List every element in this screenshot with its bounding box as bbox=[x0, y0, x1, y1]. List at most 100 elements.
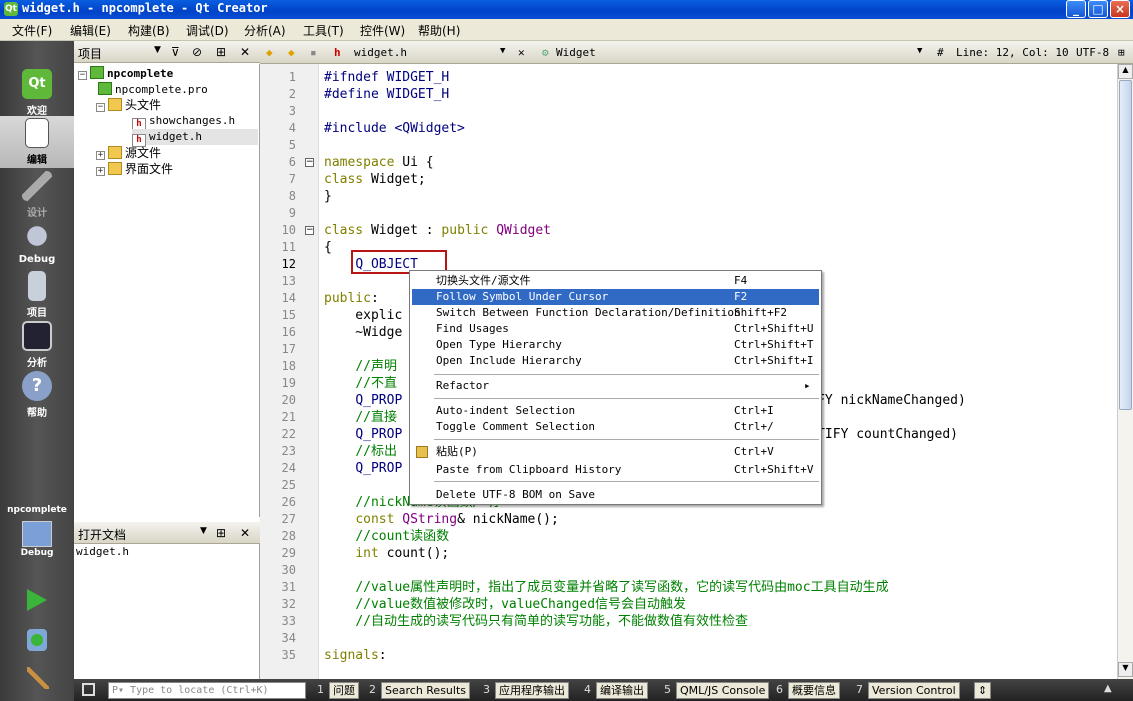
encoding-label[interactable]: UTF-8 bbox=[1076, 46, 1109, 59]
menu-help[interactable]: 帮助(H) bbox=[418, 22, 460, 39]
menu-analyze[interactable]: 分析(A) bbox=[244, 22, 286, 39]
mode-welcome[interactable]: Qt 欢迎 bbox=[0, 67, 74, 119]
toggle-output-icon[interactable]: ▲ bbox=[1104, 683, 1112, 694]
code-line[interactable]: //直接 bbox=[324, 409, 397, 426]
scroll-thumb[interactable] bbox=[1119, 80, 1132, 410]
debug-run-icon[interactable] bbox=[27, 629, 47, 651]
close-panel-icon[interactable]: ✕ bbox=[240, 45, 250, 59]
toggle-sidebar-icon[interactable] bbox=[82, 683, 95, 696]
expand-icon[interactable]: + bbox=[96, 151, 105, 160]
tree-item-project[interactable]: − npcomplete bbox=[78, 66, 173, 82]
locate-input[interactable]: P▾ Type to locate (Ctrl+K) bbox=[108, 682, 306, 699]
code-line[interactable]: //不直 bbox=[324, 375, 397, 392]
title-bar[interactable]: Qt widget.h - npcomplete - Qt Creator _ … bbox=[0, 0, 1133, 19]
code-line[interactable]: #define WIDGET_H bbox=[324, 86, 449, 103]
filter-icon[interactable]: ⊽ bbox=[171, 45, 180, 59]
close-panel-icon[interactable]: ✕ bbox=[240, 526, 250, 540]
split-icon[interactable]: ⊞ bbox=[216, 45, 226, 59]
sync-link-icon[interactable]: ⊘ bbox=[192, 45, 202, 59]
tree-item-showchanges[interactable]: h showchanges.h bbox=[132, 113, 235, 131]
context-menu-item[interactable]: Refactor ▸ bbox=[412, 378, 819, 394]
fold-toggle-icon[interactable]: − bbox=[305, 158, 314, 167]
code-line[interactable]: #include <QWidget> bbox=[324, 120, 465, 137]
output-pane-button[interactable]: 编译输出 bbox=[596, 682, 648, 699]
mode-help[interactable]: ? 帮助 bbox=[0, 369, 74, 421]
mode-projects[interactable]: 项目 bbox=[0, 269, 74, 321]
output-pane-button[interactable]: QML/JS Console bbox=[676, 682, 770, 699]
context-menu-item[interactable]: Auto-indent Selection Ctrl+I bbox=[412, 403, 819, 419]
context-menu-item[interactable]: 粘贴(P) Ctrl+V bbox=[412, 444, 819, 460]
code-line[interactable]: { bbox=[324, 239, 332, 256]
context-menu-item[interactable]: Paste from Clipboard History Ctrl+Shift+V bbox=[412, 462, 819, 478]
mode-design[interactable]: 设计 bbox=[0, 169, 74, 221]
target-selector-icon[interactable] bbox=[22, 521, 52, 547]
vertical-scrollbar[interactable]: ▲ ▼ bbox=[1117, 64, 1133, 679]
menu-build[interactable]: 构建(B) bbox=[128, 22, 170, 39]
build-hammer-icon[interactable] bbox=[27, 667, 49, 689]
context-menu-item[interactable]: Open Type Hierarchy Ctrl+Shift+T bbox=[412, 337, 819, 353]
scroll-down-icon[interactable]: ▼ bbox=[1118, 662, 1133, 677]
symbol-selector[interactable]: Widget bbox=[556, 46, 596, 59]
split-icon[interactable]: ⊞ bbox=[1118, 46, 1125, 59]
code-line[interactable]: int count(); bbox=[324, 545, 449, 562]
forward-arrow-icon[interactable]: ◆ bbox=[288, 46, 295, 59]
context-menu-item[interactable]: Find Usages Ctrl+Shift+U bbox=[412, 321, 819, 337]
run-icon[interactable] bbox=[27, 589, 47, 611]
code-line[interactable]: //标出 bbox=[324, 443, 397, 460]
mode-debug[interactable]: Debug bbox=[0, 219, 74, 271]
minimize-button[interactable]: _ bbox=[1066, 0, 1086, 18]
menu-tools[interactable]: 工具(T) bbox=[303, 22, 344, 39]
tree-item-widget-h[interactable]: h widget.h bbox=[132, 129, 258, 147]
file-dropdown-icon[interactable]: ▼ bbox=[500, 46, 505, 56]
maximize-button[interactable]: □ bbox=[1088, 0, 1108, 18]
cursor-position[interactable]: Line: 12, Col: 10 bbox=[956, 46, 1069, 59]
code-line[interactable]: ~Widge bbox=[324, 324, 402, 341]
context-menu-item[interactable]: Delete UTF-8 BOM on Save bbox=[412, 487, 819, 503]
split-icon[interactable]: ⊞ bbox=[216, 526, 226, 540]
output-pane-button[interactable]: Version Control bbox=[868, 682, 960, 699]
code-line[interactable]: class Widget; bbox=[324, 171, 426, 188]
context-menu-item[interactable]: Switch Between Function Declaration/Defi… bbox=[412, 305, 819, 321]
code-line[interactable]: //value属性声明时，指出了成员变量并省略了读写函数，它的读写代码由moc工… bbox=[324, 579, 888, 596]
context-menu-item[interactable]: Follow Symbol Under Cursor F2 bbox=[412, 289, 819, 305]
output-pane-button[interactable]: 问题 bbox=[329, 682, 359, 699]
code-line[interactable]: namespace Ui { bbox=[324, 154, 434, 171]
close-file-icon[interactable]: ✕ bbox=[518, 46, 525, 59]
code-line[interactable]: signals: bbox=[324, 647, 387, 664]
code-line[interactable]: //自动生成的读写代码只有简单的读写功能，不能做数值有效性检查 bbox=[324, 613, 748, 630]
code-line[interactable]: #ifndef WIDGET_H bbox=[324, 69, 449, 86]
menu-widgets[interactable]: 控件(W) bbox=[360, 22, 405, 39]
pane-scroll-icon[interactable]: ⇕ bbox=[974, 682, 992, 699]
close-button[interactable]: × bbox=[1110, 0, 1130, 18]
back-arrow-icon[interactable]: ◆ bbox=[266, 46, 273, 59]
context-menu-item[interactable]: Toggle Comment Selection Ctrl+/ bbox=[412, 419, 819, 435]
tree-item-headers[interactable]: − 头文件 bbox=[96, 97, 161, 113]
code-line[interactable]: class Widget : public QWidget bbox=[324, 222, 551, 239]
file-selector[interactable]: widget.h bbox=[354, 46, 407, 59]
mode-edit[interactable]: 编辑 bbox=[0, 116, 74, 168]
menu-edit[interactable]: 编辑(E) bbox=[70, 22, 111, 39]
output-pane-button[interactable]: 概要信息 bbox=[788, 682, 840, 699]
code-line[interactable]: //value数值被修改时，valueChanged信号会自动触发 bbox=[324, 596, 686, 613]
code-line[interactable]: explic bbox=[324, 307, 402, 324]
code-line[interactable]: //count读函数 bbox=[324, 528, 449, 545]
output-pane-button[interactable]: 应用程序输出 bbox=[495, 682, 569, 699]
panel-dropdown-icon[interactable]: ▼ bbox=[154, 45, 161, 55]
code-line[interactable]: const QString& nickName(); bbox=[324, 511, 559, 528]
code-line[interactable]: public: bbox=[324, 290, 379, 307]
scroll-up-icon[interactable]: ▲ bbox=[1118, 64, 1133, 79]
collapse-icon[interactable]: − bbox=[96, 103, 105, 112]
mode-analyze[interactable]: 分析 bbox=[0, 319, 74, 371]
code-line[interactable]: //声明 bbox=[324, 358, 397, 375]
tree-item-pro-file[interactable]: npcomplete.pro bbox=[98, 82, 208, 98]
code-line[interactable]: } bbox=[324, 188, 332, 205]
context-menu-item[interactable]: Open Include Hierarchy Ctrl+Shift+I bbox=[412, 353, 819, 369]
expand-icon[interactable]: + bbox=[96, 167, 105, 176]
tree-item-forms[interactable]: + 界面文件 bbox=[96, 161, 173, 177]
symbol-dropdown-icon[interactable]: ▼ bbox=[917, 46, 922, 56]
panel-dropdown-icon[interactable]: ▼ bbox=[200, 526, 207, 536]
context-menu-item[interactable]: 切换头文件/源文件 F4 bbox=[412, 273, 819, 289]
collapse-icon[interactable]: − bbox=[78, 71, 87, 80]
output-pane-button[interactable]: Search Results bbox=[381, 682, 471, 699]
open-doc-item[interactable]: widget.h bbox=[76, 544, 129, 560]
